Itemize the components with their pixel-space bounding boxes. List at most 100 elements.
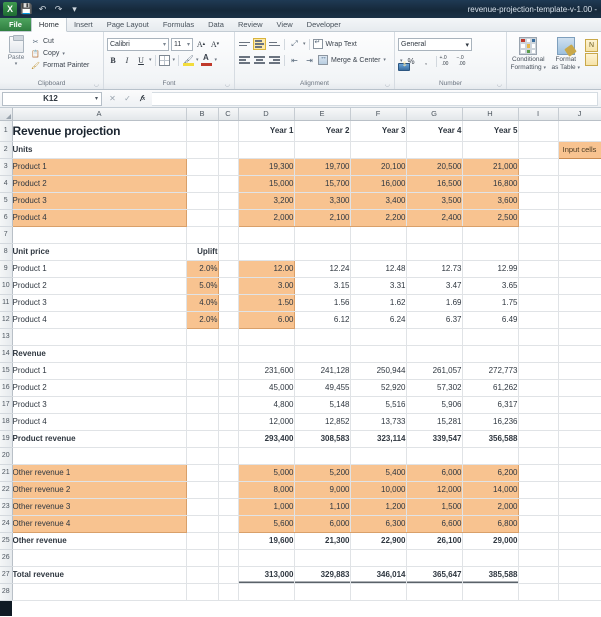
tab-view[interactable]: View — [270, 18, 300, 31]
cell-F21[interactable]: 5,400 — [350, 464, 406, 481]
cell-B21[interactable] — [186, 464, 218, 481]
orientation-button[interactable]: ⤢ — [288, 38, 301, 50]
cell-C23[interactable] — [218, 498, 238, 515]
cell-G11[interactable]: 1.69 — [406, 294, 462, 311]
cell-F9[interactable]: 12.48 — [350, 260, 406, 277]
sheet-row[interactable]: 19Product revenue293,400308,583323,11433… — [0, 430, 601, 447]
cell-B23[interactable] — [186, 498, 218, 515]
cell-F10[interactable]: 3.31 — [350, 277, 406, 294]
cell-C7[interactable] — [218, 226, 238, 243]
align-bottom-button[interactable] — [268, 38, 281, 50]
cell-H27[interactable]: 385,588 — [462, 566, 518, 583]
cell-G26[interactable] — [406, 549, 462, 566]
cell-D8[interactable] — [238, 243, 294, 260]
cell-H28[interactable] — [462, 583, 518, 600]
cf-dropdown-icon[interactable]: ▾ — [543, 65, 546, 71]
cell-A17[interactable]: Product 3 — [12, 396, 186, 413]
cell-J19[interactable] — [558, 430, 601, 447]
cell-B13[interactable] — [186, 328, 218, 345]
cell-D22[interactable]: 8,000 — [238, 481, 294, 498]
cell-H12[interactable]: 6.49 — [462, 311, 518, 328]
row-header-4[interactable]: 4 — [0, 175, 12, 192]
copy-dropdown-icon[interactable]: ▾ — [62, 51, 65, 57]
sheet-row[interactable]: 15Product 1231,600241,128250,944261,0572… — [0, 362, 601, 379]
bold-button[interactable]: B — [107, 54, 119, 67]
cell-E21[interactable]: 5,200 — [294, 464, 350, 481]
cell-H24[interactable]: 6,800 — [462, 515, 518, 532]
merge-dropdown-icon[interactable]: ▾ — [383, 57, 386, 63]
cell-D17[interactable]: 4,800 — [238, 396, 294, 413]
cell-G18[interactable]: 15,281 — [406, 413, 462, 430]
italic-button[interactable]: I — [121, 54, 133, 67]
row-header-24[interactable]: 24 — [0, 515, 12, 532]
cell-F17[interactable]: 5,516 — [350, 396, 406, 413]
cell-F15[interactable]: 250,944 — [350, 362, 406, 379]
cell-J4[interactable] — [558, 175, 601, 192]
cell-I26[interactable] — [518, 549, 558, 566]
underline-dropdown-icon[interactable]: ▾ — [149, 57, 152, 63]
cell-G15[interactable]: 261,057 — [406, 362, 462, 379]
cell-C6[interactable] — [218, 209, 238, 226]
cell-I4[interactable] — [518, 175, 558, 192]
cell-F5[interactable]: 3,400 — [350, 192, 406, 209]
cell-J21[interactable] — [558, 464, 601, 481]
cell-D13[interactable] — [238, 328, 294, 345]
cell-B10[interactable]: 5.0% — [186, 277, 218, 294]
cell-C15[interactable] — [218, 362, 238, 379]
formula-input[interactable] — [152, 92, 598, 106]
cell-I3[interactable] — [518, 158, 558, 175]
cell-C4[interactable] — [218, 175, 238, 192]
column-header-c[interactable]: C — [218, 108, 238, 120]
sheet-row[interactable]: 2UnitsInput cells — [0, 141, 601, 158]
cell-I22[interactable] — [518, 481, 558, 498]
cell-H17[interactable]: 6,317 — [462, 396, 518, 413]
cell-E27[interactable]: 329,883 — [294, 566, 350, 583]
cell-E23[interactable]: 1,100 — [294, 498, 350, 515]
cell-G5[interactable]: 3,500 — [406, 192, 462, 209]
format-painter-button[interactable]: 🖌 Format Painter — [29, 60, 91, 71]
cell-A14[interactable]: Revenue — [12, 345, 186, 362]
ribbon-tab-strip[interactable]: File Home Insert Page Layout Formulas Da… — [0, 18, 601, 32]
cell-H14[interactable] — [462, 345, 518, 362]
column-header-f[interactable]: F — [350, 108, 406, 120]
cell-I20[interactable] — [518, 447, 558, 464]
cell-B7[interactable] — [186, 226, 218, 243]
font-size-input[interactable]: 11 ▾ — [171, 38, 193, 51]
insert-function-icon[interactable]: 𝑓x — [136, 92, 149, 105]
cell-J6[interactable] — [558, 209, 601, 226]
cell-I5[interactable] — [518, 192, 558, 209]
cell-D25[interactable]: 19,600 — [238, 532, 294, 549]
cell-D4[interactable]: 15,000 — [238, 175, 294, 192]
cell-E13[interactable] — [294, 328, 350, 345]
cell-E10[interactable]: 3.15 — [294, 277, 350, 294]
tab-insert[interactable]: Insert — [67, 18, 100, 31]
cell-F1[interactable]: Year 3 — [350, 120, 406, 141]
cell-B25[interactable] — [186, 532, 218, 549]
cell-A8[interactable]: Unit price — [12, 243, 186, 260]
sheet-row[interactable]: 27Total revenue313,000329,883346,014365,… — [0, 566, 601, 583]
cell-E12[interactable]: 6.12 — [294, 311, 350, 328]
cell-E28[interactable] — [294, 583, 350, 600]
cell-B5[interactable] — [186, 192, 218, 209]
cell-J28[interactable] — [558, 583, 601, 600]
cell-I12[interactable] — [518, 311, 558, 328]
increase-indent-button[interactable]: ⇥ — [303, 54, 316, 66]
tab-home[interactable]: Home — [31, 18, 67, 32]
cell-J5[interactable] — [558, 192, 601, 209]
column-header-b[interactable]: B — [186, 108, 218, 120]
name-box[interactable]: K12 ▾ — [2, 92, 102, 106]
cell-D19[interactable]: 293,400 — [238, 430, 294, 447]
cell-G13[interactable] — [406, 328, 462, 345]
cell-B27[interactable] — [186, 566, 218, 583]
cell-G1[interactable]: Year 4 — [406, 120, 462, 141]
cell-B15[interactable] — [186, 362, 218, 379]
cell-F27[interactable]: 346,014 — [350, 566, 406, 583]
conditional-formatting-button[interactable]: Conditional Formatting ▾ — [510, 36, 547, 72]
cell-F26[interactable] — [350, 549, 406, 566]
cell-H25[interactable]: 29,000 — [462, 532, 518, 549]
cell-E24[interactable]: 6,000 — [294, 515, 350, 532]
cell-A2[interactable]: Units — [12, 141, 186, 158]
cell-A5[interactable]: Product 3 — [12, 192, 186, 209]
sheet-row[interactable]: 8Unit priceUplift — [0, 243, 601, 260]
cell-E2[interactable] — [294, 141, 350, 158]
